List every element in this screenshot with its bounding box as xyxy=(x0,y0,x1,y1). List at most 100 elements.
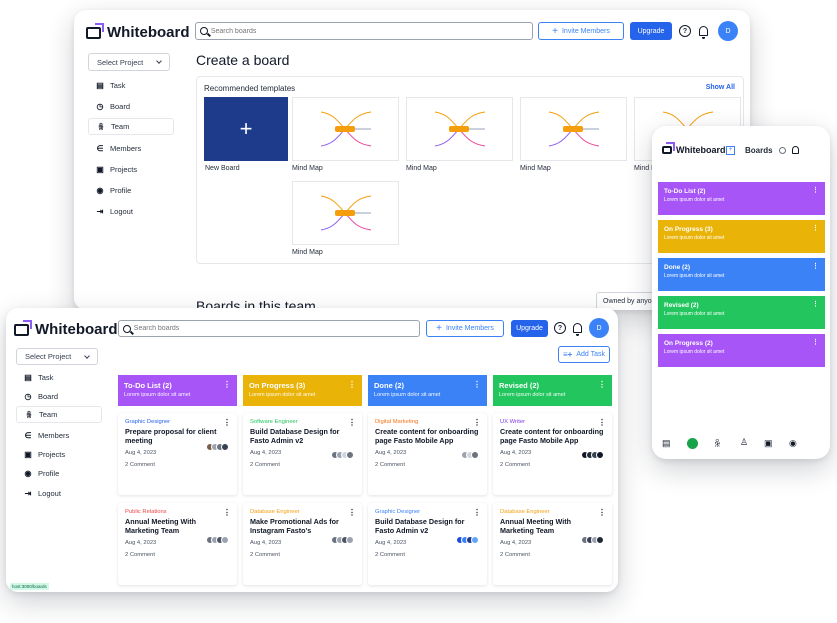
mobile-list-todo[interactable]: To-Do List (2) Lorem ipsum dolor sit ame… xyxy=(658,182,825,215)
sidebar-item-logout[interactable]: ⇥ Logout xyxy=(16,485,102,501)
more-options-icon[interactable]: ⋮ xyxy=(223,508,231,517)
task-card[interactable]: Software Engineer Build Database Design … xyxy=(243,413,362,495)
sidebar-item-profile[interactable]: ◉ Profile xyxy=(16,465,102,481)
column-subtitle: Lorem ipsum dolor sit amet xyxy=(374,392,441,398)
search-input[interactable] xyxy=(133,325,419,332)
profile-icon: ◉ xyxy=(96,185,104,195)
task-card[interactable]: Graphic Designer Build Database Design f… xyxy=(368,503,487,585)
clock-icon[interactable] xyxy=(687,438,698,449)
help-icon[interactable]: ? xyxy=(554,322,566,334)
app-logo[interactable]: Whiteboard xyxy=(14,321,118,338)
card-role: Database Engineer xyxy=(250,509,300,515)
members-icon: ∈ xyxy=(24,430,32,440)
show-all-link[interactable]: Show All xyxy=(706,84,735,91)
more-options-icon[interactable]: ⋮ xyxy=(598,418,606,427)
task-card[interactable]: Public Relations Annual Meeting With Mar… xyxy=(118,503,237,585)
more-options-icon[interactable]: ⋮ xyxy=(473,508,481,517)
more-options-icon[interactable]: ⋮ xyxy=(348,418,356,427)
sidebar-item-projects[interactable]: ▣ Projects xyxy=(16,446,102,462)
card-title: Create content for onboarding page Fasto… xyxy=(500,427,604,446)
sidebar-item-board[interactable]: ◷ Board xyxy=(88,98,174,114)
avatar[interactable]: D xyxy=(718,21,738,41)
more-options-icon[interactable]: ⋮ xyxy=(348,380,356,389)
card-role: Graphic Designer xyxy=(375,509,421,515)
more-options-icon[interactable]: ⋮ xyxy=(812,262,819,270)
sidebar-item-logout[interactable]: ⇥ Logout xyxy=(88,203,174,219)
invite-members-button[interactable]: + Invite Members xyxy=(538,22,624,40)
task-card[interactable]: Digital Marketing Create content for onb… xyxy=(368,413,487,495)
more-options-icon[interactable]: ⋮ xyxy=(348,508,356,517)
card-title: Create content for onboarding page Fasto… xyxy=(375,427,479,446)
members-icon[interactable]: ♙ xyxy=(740,437,748,448)
switch-view-icon[interactable]: + xyxy=(726,146,735,155)
profile-icon[interactable]: ◉ xyxy=(789,438,797,449)
list-subtitle: Lorem ipsum dolor sit amet xyxy=(664,273,725,279)
card-comments: 2 Comment xyxy=(375,551,405,558)
bell-icon[interactable] xyxy=(792,146,799,154)
mobile-list-on-progress[interactable]: On Progress (3) Lorem ipsum dolor sit am… xyxy=(658,220,825,253)
invite-members-button[interactable]: + Invite Members xyxy=(426,320,504,337)
column-header-done[interactable]: Done (2) Lorem ipsum dolor sit amet ⋮ xyxy=(368,375,487,406)
select-project-dropdown[interactable]: Select Project xyxy=(88,53,170,71)
help-icon[interactable]: ? xyxy=(679,25,691,37)
search-icon[interactable] xyxy=(779,147,786,154)
more-options-icon[interactable]: ⋮ xyxy=(223,380,231,389)
sidebar-item-team[interactable]: ꆜ Team xyxy=(88,118,174,135)
list-title: On Progress (3) xyxy=(664,226,713,233)
column-header-on-progress[interactable]: On Progress (3) Lorem ipsum dolor sit am… xyxy=(243,375,362,406)
search-bar[interactable] xyxy=(195,22,533,40)
new-board-button[interactable]: + xyxy=(204,97,288,161)
sidebar-item-team[interactable]: ꆜ Team xyxy=(16,406,102,423)
template-card[interactable] xyxy=(406,97,513,161)
search-bar[interactable] xyxy=(118,320,420,337)
task-card[interactable]: UX Writer Create content for onboarding … xyxy=(493,413,612,495)
template-card[interactable] xyxy=(292,181,399,245)
bell-icon[interactable] xyxy=(699,26,708,39)
task-card[interactable]: Database Engineer Annual Meeting With Ma… xyxy=(493,503,612,585)
sidebar-item-members[interactable]: ∈ Members xyxy=(16,427,102,443)
plus-icon: + xyxy=(239,116,253,141)
select-project-dropdown[interactable]: Select Project xyxy=(16,348,98,365)
more-options-icon[interactable]: ⋮ xyxy=(598,508,606,517)
task-card[interactable]: Database Engineer Make Promotional Ads f… xyxy=(243,503,362,585)
template-card[interactable] xyxy=(520,97,627,161)
assignee-avatars xyxy=(206,443,229,451)
sidebar-item-profile[interactable]: ◉ Profile xyxy=(88,182,174,198)
team-icon: ꆜ xyxy=(97,123,105,132)
add-task-button[interactable]: ≡+ Add Task xyxy=(558,346,610,363)
upgrade-button[interactable]: Upgrade xyxy=(511,320,548,337)
sidebar-item-board[interactable]: ◷ Board xyxy=(16,388,102,404)
mobile-list-done[interactable]: Done (2) Lorem ipsum dolor sit amet ⋮ xyxy=(658,258,825,291)
search-icon xyxy=(200,27,208,35)
column-subtitle: Lorem ipsum dolor sit amet xyxy=(124,392,191,398)
calendar-icon[interactable]: ▤ xyxy=(662,438,671,449)
column-header-todo[interactable]: To-Do List (2) Lorem ipsum dolor sit ame… xyxy=(118,375,237,406)
more-options-icon[interactable]: ⋮ xyxy=(473,380,481,389)
projects-icon[interactable]: ▣ xyxy=(764,438,773,449)
mobile-list-revised[interactable]: Revised (2) Lorem ipsum dolor sit amet ⋮ xyxy=(658,296,825,329)
column-header-revised[interactable]: Revised (2) Lorem ipsum dolor sit amet ⋮ xyxy=(493,375,612,406)
chevron-down-icon xyxy=(156,58,162,64)
more-options-icon[interactable]: ⋮ xyxy=(812,300,819,308)
app-logo[interactable]: Whiteboard xyxy=(86,24,190,41)
team-icon[interactable]: ꆜ xyxy=(714,438,721,450)
task-card[interactable]: Graphic Designer Prepare proposal for cl… xyxy=(118,413,237,495)
sidebar-item-members[interactable]: ∈ Members xyxy=(88,140,174,156)
more-options-icon[interactable]: ⋮ xyxy=(812,338,819,346)
more-options-icon[interactable]: ⋮ xyxy=(812,186,819,194)
search-input[interactable] xyxy=(210,27,532,35)
more-options-icon[interactable]: ⋮ xyxy=(223,418,231,427)
sidebar-item-projects[interactable]: ▣ Projects xyxy=(88,161,174,177)
sidebar-item-label: Team xyxy=(111,122,130,131)
sidebar-item-task[interactable]: ▤ Task xyxy=(88,77,174,93)
bell-icon[interactable] xyxy=(573,323,582,336)
mobile-list-on-progress-2[interactable]: On Progress (2) Lorem ipsum dolor sit am… xyxy=(658,334,825,367)
app-logo[interactable]: Whiteboard xyxy=(662,145,726,155)
more-options-icon[interactable]: ⋮ xyxy=(812,224,819,232)
avatar[interactable]: D xyxy=(589,318,609,338)
more-options-icon[interactable]: ⋮ xyxy=(598,380,606,389)
upgrade-button[interactable]: Upgrade xyxy=(630,22,672,40)
more-options-icon[interactable]: ⋮ xyxy=(473,418,481,427)
sidebar-item-task[interactable]: ▤ Task xyxy=(16,369,102,385)
template-card[interactable] xyxy=(292,97,399,161)
